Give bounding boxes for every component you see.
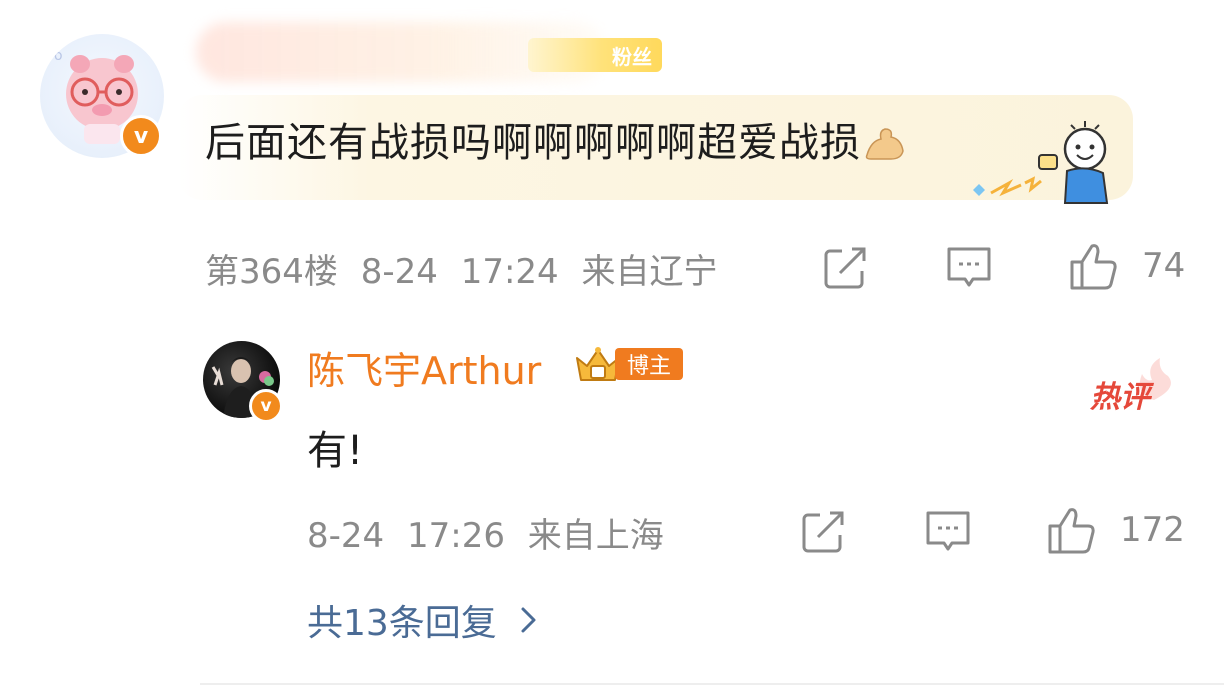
reply-like-button[interactable]: 172 — [1046, 504, 1185, 556]
comment-icon — [926, 511, 970, 551]
reply-date: 8-24 — [307, 516, 385, 556]
reply-text: 有! — [307, 428, 364, 474]
comment-date: 8-24 — [360, 252, 438, 292]
share-icon — [802, 511, 844, 553]
reply-location: 来自上海 — [527, 516, 664, 556]
more-replies-link[interactable]: 共13条回复 — [307, 594, 539, 646]
host-badge-label: 博主 — [615, 348, 683, 380]
thumbs-up-icon — [1048, 508, 1095, 554]
hot-comment-tag: 热评 — [1090, 358, 1180, 418]
divider — [200, 683, 1224, 685]
hot-comment-label: 热评 — [1090, 380, 1150, 415]
flexed-biceps-emoji-icon — [863, 125, 907, 165]
floor-number: 第364楼 — [205, 252, 338, 292]
comment-meta: 第364楼 8-24 17:24 来自辽宁 — [205, 244, 718, 293]
reply-share-button[interactable] — [800, 507, 848, 559]
verified-badge-icon: v — [120, 115, 162, 157]
comment-location: 来自辽宁 — [581, 252, 718, 292]
fan-badge-label: 粉丝 — [612, 44, 652, 69]
like-count: 74 — [1142, 246, 1186, 286]
cheering-character-sticker — [973, 121, 1109, 204]
more-replies-label: 共13条回复 — [307, 603, 497, 644]
host-badge: 博主 — [573, 344, 685, 384]
reply-meta: 8-24 17:26 来自上海 — [307, 508, 664, 557]
fan-badge: 粉丝 — [528, 38, 662, 72]
reply-verified-badge-icon: v — [249, 389, 283, 423]
comment-text: 后面还有战损吗啊啊啊啊啊超爱战损 — [205, 110, 907, 168]
comment-icon — [947, 247, 991, 287]
share-button[interactable] — [822, 243, 870, 295]
svg-text:o: o — [54, 48, 63, 64]
reply-comment-button[interactable] — [945, 243, 993, 295]
share-icon — [824, 247, 866, 289]
reply-time: 17:26 — [406, 516, 505, 556]
reply-author-name[interactable]: 陈飞宇Arthur — [307, 340, 541, 395]
reply-comment-button[interactable] — [924, 507, 972, 559]
comment-time: 17:24 — [460, 252, 559, 292]
thumbs-up-icon — [1070, 244, 1117, 290]
chevron-right-icon — [521, 607, 536, 633]
reply-like-count: 172 — [1120, 510, 1185, 550]
like-button[interactable]: 74 — [1068, 240, 1185, 292]
comment-text-content: 后面还有战损吗啊啊啊啊啊超爱战损 — [205, 120, 861, 166]
